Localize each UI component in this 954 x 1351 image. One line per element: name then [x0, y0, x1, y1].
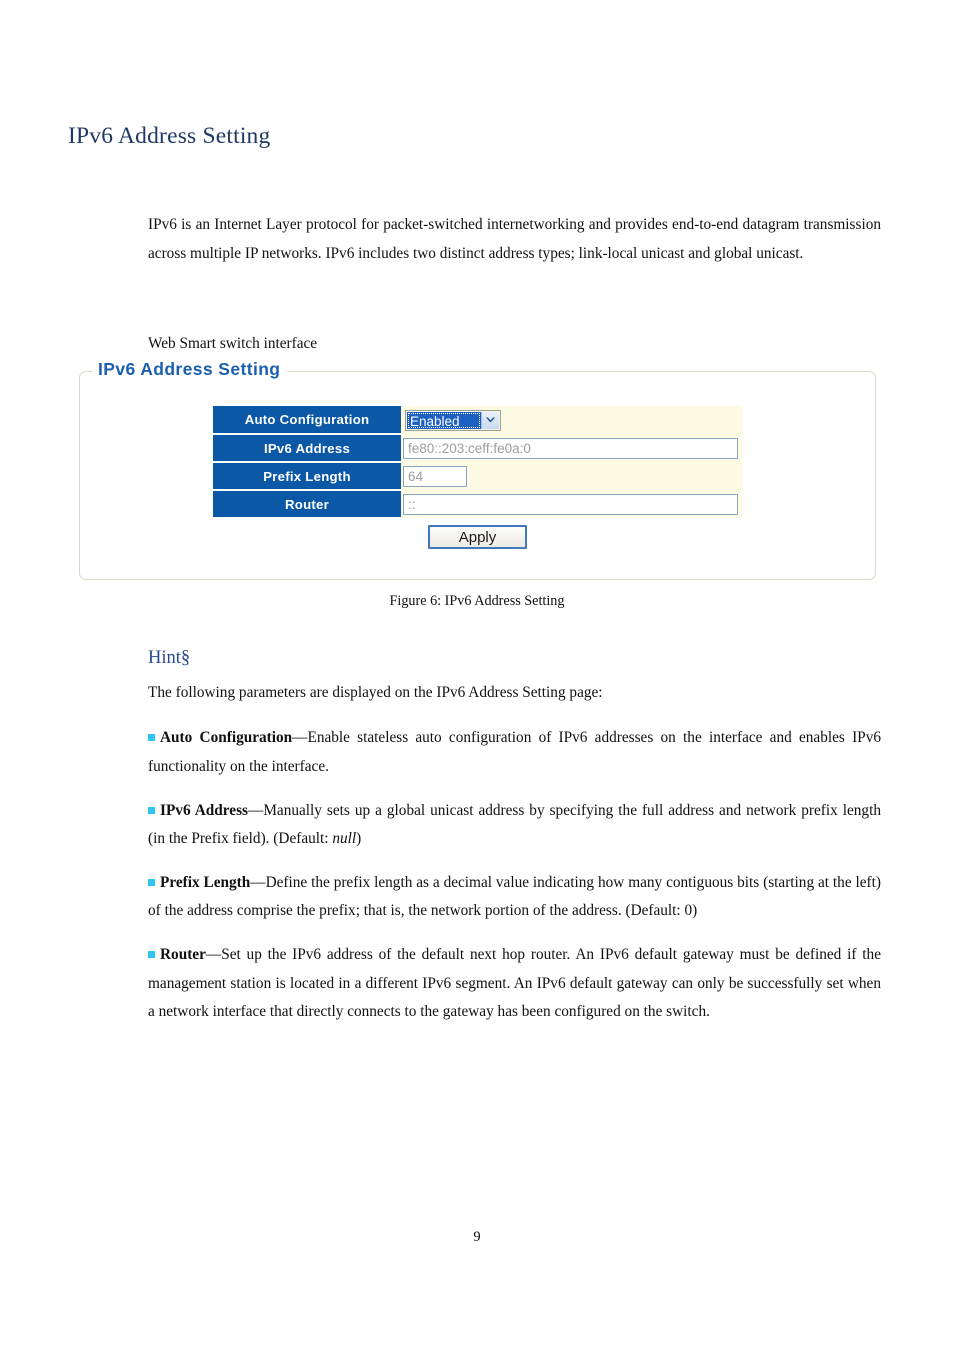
ipv6-settings-form: Auto Configuration Enabled IPv6 Address: [213, 406, 742, 519]
auto-configuration-select[interactable]: Enabled: [405, 409, 501, 431]
bullet-square-icon: [148, 951, 155, 959]
list-item-term: Auto Configuration: [160, 729, 293, 747]
list-item-body: Set up the IPv6 address of the default n…: [148, 946, 881, 1021]
list-item: Prefix Length—Define the prefix length a…: [148, 869, 881, 926]
apply-button-row: Apply: [213, 525, 742, 549]
apply-button[interactable]: Apply: [428, 525, 527, 549]
document-page: IPv6 Address Setting IPv6 is an Internet…: [0, 0, 954, 1351]
list-item-dash: —: [248, 801, 264, 819]
intro-paragraph: IPv6 is an Internet Layer protocol for p…: [148, 216, 881, 262]
panel-legend: IPv6 Address Setting: [92, 359, 288, 380]
hint-bullet-list: Auto Configuration—Enable stateless auto…: [148, 709, 881, 1027]
page-title: IPv6 Address Setting: [68, 122, 271, 149]
row-label-prefix-length: Prefix Length: [213, 462, 401, 491]
row-label-ipv6-address: IPv6 Address: [213, 434, 401, 463]
list-item: Router—Set up the IPv6 address of the de…: [148, 941, 881, 1027]
ipv6-address-setting-panel: IPv6 Address Setting Auto Configuration …: [79, 359, 876, 580]
list-item-dash: —: [250, 873, 266, 891]
table-row: IPv6 Address fe80::203:ceff:fe0a:0: [213, 434, 742, 463]
list-item-body-after: ): [356, 830, 362, 848]
figure-caption: Figure 6: IPv6 Address Setting: [389, 593, 565, 609]
list-item: IPv6 Address—Manually sets up a global u…: [148, 797, 881, 854]
hint-lead-text: The following parameters are displayed o…: [148, 684, 603, 701]
list-item-dash: —: [292, 729, 308, 747]
ipv6-address-input[interactable]: fe80::203:ceff:fe0a:0: [403, 437, 738, 459]
row-value-prefix-length: 64: [401, 462, 742, 490]
auto-configuration-select-value: Enabled: [407, 411, 481, 429]
list-item-dash: —: [205, 946, 222, 964]
bullet-square-icon: [148, 806, 155, 814]
row-value-router: ::: [401, 490, 742, 518]
hint-heading: Hint§: [148, 648, 191, 668]
prefix-length-input[interactable]: 64: [403, 465, 467, 487]
figure-intro-label: Web Smart switch interface: [148, 335, 318, 352]
list-item-default-value: null: [332, 830, 357, 848]
page-number: 9: [473, 1229, 481, 1245]
list-item-term: Router: [160, 946, 206, 964]
row-label-auto-configuration: Auto Configuration: [213, 406, 401, 435]
table-row: Router ::: [213, 490, 742, 519]
bullet-square-icon: [148, 734, 155, 742]
chevron-down-icon: [481, 411, 499, 429]
row-value-auto-configuration: Enabled: [401, 406, 742, 434]
table-row: Auto Configuration Enabled: [213, 406, 742, 435]
list-item: Auto Configuration—Enable stateless auto…: [148, 724, 881, 781]
table-row: Prefix Length 64: [213, 462, 742, 491]
list-item-term: IPv6 Address: [160, 801, 249, 819]
router-input[interactable]: ::: [403, 493, 738, 515]
bullet-square-icon: [148, 878, 155, 886]
row-label-router: Router: [213, 490, 401, 519]
row-value-ipv6-address: fe80::203:ceff:fe0a:0: [401, 434, 742, 462]
list-item-term: Prefix Length: [160, 873, 251, 891]
